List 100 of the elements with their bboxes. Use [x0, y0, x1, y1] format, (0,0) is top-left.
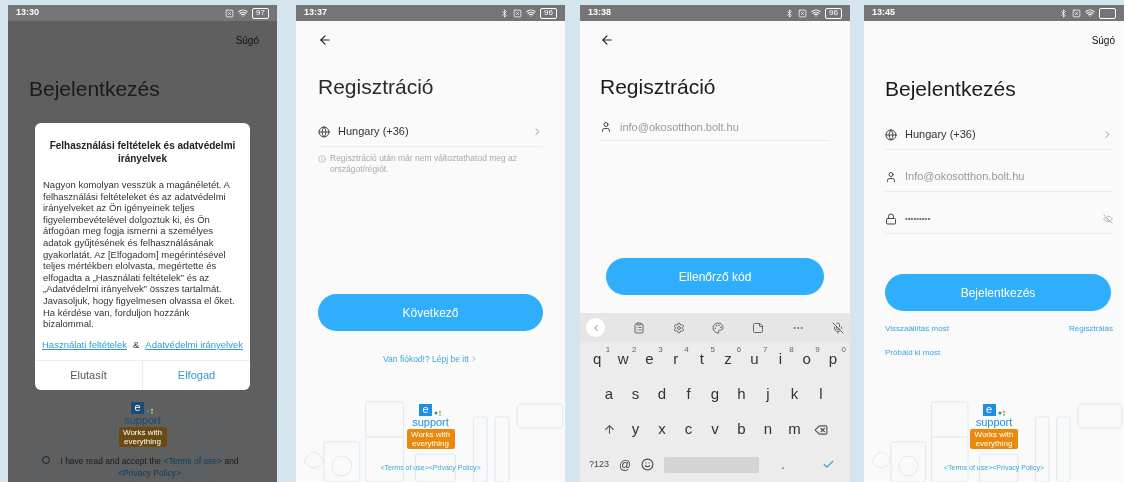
keyboard-key[interactable]: w 2 [610, 344, 637, 375]
keyboard-key[interactable]: l [807, 379, 835, 410]
keyboard-key[interactable]: u 7 [741, 344, 768, 375]
keyboard-key[interactable]: m [781, 414, 808, 445]
wifi-icon [1085, 8, 1095, 18]
battery-icon: 96 [825, 7, 842, 19]
keyboard-key[interactable]: n [754, 414, 782, 445]
keyboard-key[interactable]: o 9 [793, 344, 820, 375]
email-field[interactable]: info@okosotthon.bolt.hu [620, 115, 830, 139]
keyboard-key[interactable]: f [675, 379, 702, 410]
input-field[interactable]: Hungary (+36) [885, 120, 1113, 150]
ampersand-text: & [133, 337, 140, 352]
logo-word: support [412, 416, 449, 428]
keyboard-key[interactable]: s [622, 379, 649, 410]
key-hint: 5 [710, 343, 715, 356]
wifi-icon [811, 8, 821, 18]
back-arrow-icon[interactable] [600, 33, 614, 47]
emoji-key[interactable] [641, 458, 655, 471]
globe-icon [885, 128, 897, 141]
settings-icon[interactable] [672, 321, 685, 334]
dialog-title: Felhasználási feltételek és adatvédelmi irányelvek [48, 139, 237, 165]
battery-icon: 97 [252, 7, 269, 19]
clipboard-icon[interactable] [632, 321, 645, 334]
key-hint: 7 [762, 343, 768, 356]
keyboard-key[interactable]: k [781, 379, 808, 410]
dots-icon [997, 409, 1006, 416]
screen-title: Bejelentkezés [29, 76, 161, 102]
wifi-icon [238, 8, 248, 18]
lock-icon [885, 212, 897, 225]
keyboard-key[interactable]: z 6 [715, 344, 742, 375]
keyboard-key[interactable]: e 3 [636, 344, 663, 375]
sim-icon [513, 8, 522, 18]
dialog-body: Nagyon komolyan vesszük a magánéletét. A felhasználási feltételeket és az adatvédelmi irányelveket az Ön igényeinek teljes figyelembevételével dolgoztuk ki, és Ön átfogóan meg fogja ismerni a személyes adatok gyűjtésének és felhasználásának gyakorlatát. Az [Elfogadom] megérintésével teljes mértékben elolvasta, megértette és elfogadta a „Használati feltételek” és az „Adatvédelmi irányelvek” összes tartalmát. Javasoljuk, hogy figyelmesen olvassa el őket. Ha kérdése van, forduljon hozzánk bizalommal. [42, 179, 236, 330]
key-hint: 4 [684, 343, 689, 356]
eye-off-icon[interactable] [1103, 213, 1113, 224]
keyboard-key[interactable]: d [648, 379, 676, 410]
reject-button[interactable]: Elutasít [35, 360, 142, 390]
keyboard-key[interactable]: y [622, 414, 649, 445]
dots-icon [146, 407, 154, 414]
keyboard-key[interactable]: b [728, 414, 755, 445]
backspace-key[interactable] [814, 422, 828, 437]
logo-word: support [124, 414, 161, 426]
sim-icon [1072, 8, 1081, 18]
wifi-icon [526, 8, 536, 18]
keyboard-key[interactable]: x [648, 414, 676, 445]
key-hint: 0 [841, 343, 846, 356]
logo-word: support [975, 416, 1013, 428]
keyboard-key[interactable]: p 0 [819, 344, 846, 375]
status-time: 13:37 [304, 6, 328, 20]
palette-icon[interactable] [712, 321, 725, 334]
keyboard-key[interactable]: h [728, 379, 755, 410]
shift-key[interactable] [602, 423, 616, 436]
status-time: 13:30 [16, 6, 40, 20]
user-icon [885, 170, 897, 183]
keyboard-key[interactable]: r 4 [662, 344, 689, 375]
user-icon [600, 121, 612, 133]
key-hint: 1 [605, 343, 611, 356]
globe-icon [318, 125, 330, 138]
keyboard-key[interactable]: i 8 [767, 344, 794, 375]
screen-title: Regisztráció [600, 74, 717, 100]
logo-letter: e [982, 403, 996, 416]
sticker-icon[interactable] [752, 321, 765, 334]
logo-badge: Works with everything [406, 428, 455, 449]
logo-letter: e [419, 403, 432, 416]
status-time: 13:45 [872, 6, 896, 20]
field-text: Hungary (+36) [905, 127, 976, 143]
screen-title: Bejelentkezés [885, 76, 1017, 102]
field-text: Info@okosotthon.bolt.hu [905, 169, 1025, 185]
keyboard-key[interactable]: q 1 [584, 344, 611, 375]
key-hint: 9 [815, 343, 820, 356]
input-field[interactable]: Hungary (+36) [318, 117, 543, 147]
sim-icon [798, 8, 807, 18]
keyboard-key[interactable]: v [701, 414, 729, 445]
keyboard-key[interactable]: j [754, 379, 782, 410]
symbols-key[interactable]: ?123 [589, 457, 610, 472]
field-text: Hungary (+36) [338, 124, 409, 140]
hint-text: Regisztráció után már nem változtathatod meg az országot/régiót. [330, 153, 519, 175]
keyboard-key[interactable]: c [675, 414, 702, 445]
keyboard-key[interactable]: g [701, 379, 729, 410]
logo-badge: Works with everything [970, 428, 1018, 449]
key-hint: 8 [789, 343, 794, 356]
battery-icon: 96 [540, 7, 557, 19]
help-link[interactable]: Súgó [1091, 33, 1115, 48]
logo-letter: e [131, 401, 144, 414]
check-key[interactable] [822, 458, 835, 471]
key-hint: 3 [658, 343, 663, 356]
status-time: 13:38 [588, 6, 612, 20]
keyboard-key[interactable]: a [595, 379, 623, 410]
screen-title: Regisztráció [318, 74, 435, 100]
at-key[interactable]: @ [619, 455, 632, 474]
mic-off-icon[interactable] [831, 321, 844, 334]
period-key[interactable]: . [781, 455, 785, 474]
password-field[interactable]: ••••••••• [885, 204, 1113, 234]
key-hint: 6 [736, 343, 742, 356]
logo-badge: Works with everything [118, 426, 167, 447]
dots-icon [434, 409, 442, 416]
consent-text: I have read and accept the <Terms of use> and <Privacy Policy> [59, 454, 240, 479]
info-icon [318, 155, 326, 163]
keyboard-key[interactable]: t 5 [688, 344, 715, 375]
password-dots: ••••••••• [905, 212, 931, 225]
